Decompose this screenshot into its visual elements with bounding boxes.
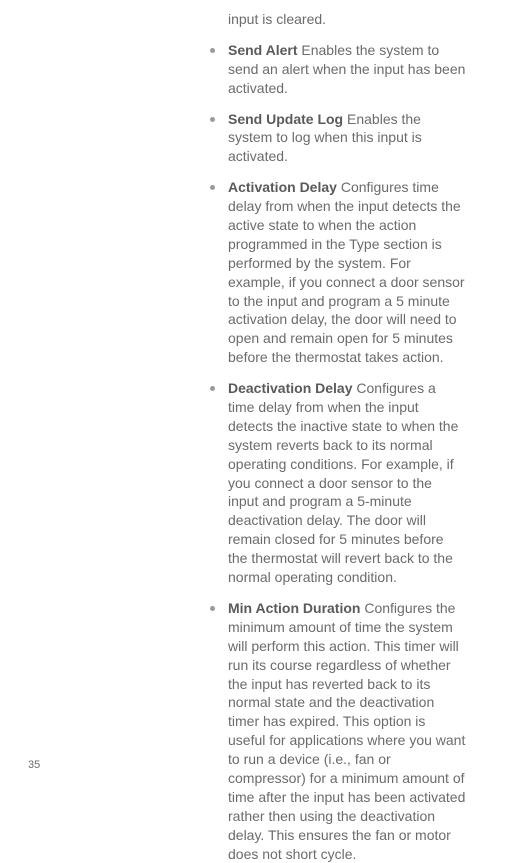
fragment-line: input is cleared. — [200, 10, 466, 29]
list-item: Min Action Duration Configures the minim… — [200, 599, 466, 863]
page-number: 35 — [28, 759, 40, 771]
term: Deactivation Delay — [228, 380, 353, 396]
bullet-list: Send Alert Enables the system to send an… — [200, 41, 466, 863]
term: Min Action Duration — [228, 600, 360, 616]
term-description: Configures a time delay from when the in… — [228, 380, 458, 585]
term-description: Configures the minimum amount of time th… — [228, 600, 465, 862]
term-description: Configures time delay from when the inpu… — [228, 179, 465, 365]
list-item: Deactivation Delay Configures a time del… — [200, 379, 466, 587]
term: Send Update Log — [228, 111, 343, 127]
list-item: Send Update Log Enables the system to lo… — [200, 110, 466, 167]
document-body: input is cleared. Send Alert Enables the… — [0, 0, 514, 863]
term: Activation Delay — [228, 179, 337, 195]
term: Send Alert — [228, 42, 298, 58]
list-item: Send Alert Enables the system to send an… — [200, 41, 466, 98]
list-item: Activation Delay Configures time delay f… — [200, 178, 466, 367]
